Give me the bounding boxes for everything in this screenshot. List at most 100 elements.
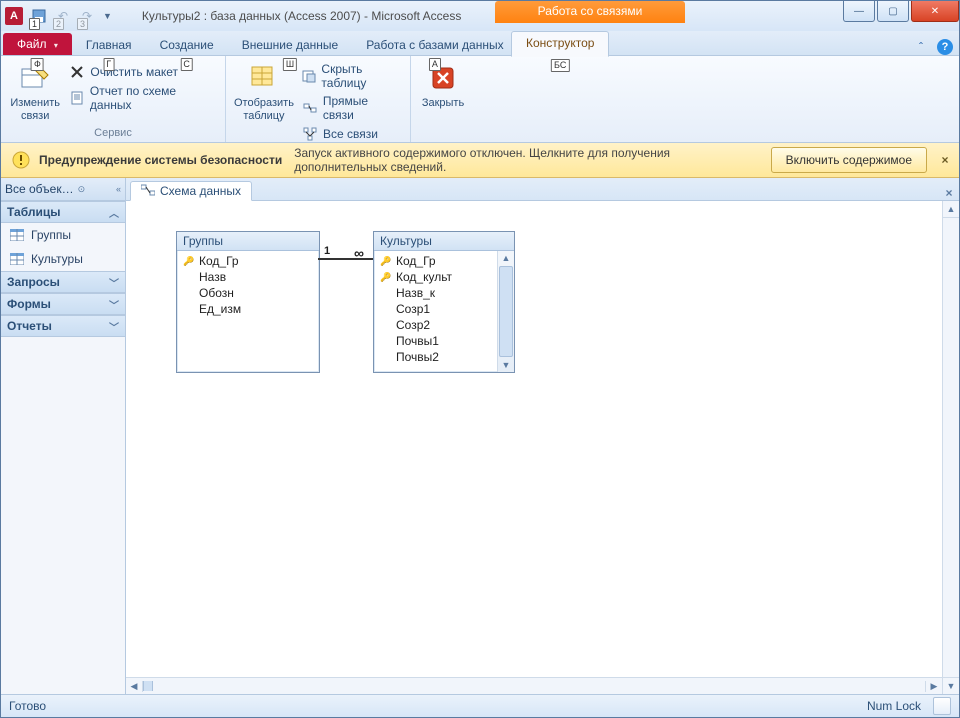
tab-label: Работа с базами данных [366,38,503,52]
relationship-table-title[interactable]: Группы [177,232,319,251]
field-name: Код_Гр [396,254,436,268]
nav-pane-collapse-icon[interactable]: « [116,184,121,194]
field-name: Созр2 [396,318,430,332]
security-bar-close-icon[interactable]: × [937,153,953,167]
nav-group-label: Запросы [7,275,60,289]
tab-home[interactable]: Главная Г [72,34,146,55]
minimize-button[interactable]: — [843,1,875,22]
scrollbar-vertical[interactable]: ▲ ▼ [942,201,959,694]
view-button[interactable] [933,697,951,715]
maximize-button[interactable]: ▢ [877,1,909,22]
button-label: Изменить связи [10,97,60,123]
scroll-up-icon[interactable]: ▲ [943,201,959,218]
relationship-table[interactable]: Культуры 🔑Код_Гр🔑Код_культНазв_к Созр1 Соз… [373,231,515,373]
tab-label: Создание [160,38,214,52]
warning-icon [11,150,31,170]
relationship-field-row[interactable]: Созр1 [374,301,497,317]
table-icon [9,251,25,267]
relationships-canvas[interactable]: Группы 🔑Код_ГрНазвОбознЕд_изм Культуры 🔑… [126,201,942,677]
tab-designer[interactable]: Конструктор БС [511,31,609,57]
tab-external-data[interactable]: Внешние данные Ш [228,34,353,55]
button-label: Отчет по схеме данных [90,84,217,112]
scrollbar-vertical[interactable]: ▲ ▼ [497,251,514,372]
button-label: Закрыть [422,97,464,110]
close-button-ribbon[interactable]: Закрыть [415,58,471,110]
relationship-field-row[interactable]: Почвы1 [374,333,497,349]
nav-group-tables[interactable]: Таблицы ︿ [1,201,125,223]
title-bar: A 1 ↶ 2 ↷ 3 ▼ Культуры2 : база данных (A… [1,1,959,31]
scroll-down-icon[interactable]: ▼ [502,358,511,372]
relationship-table-title[interactable]: Культуры [374,232,514,251]
document-tab[interactable]: Схема данных [130,181,252,201]
nav-table-item[interactable]: Группы [1,223,125,247]
scroll-right-icon[interactable]: ▶ [925,681,942,692]
security-warning-message[interactable]: Запуск активного содержимого отключен. Щ… [294,146,762,174]
keytip: Ф [31,58,44,71]
clear-layout-icon [69,64,85,80]
chevron-up-icon: ︿ [109,205,119,220]
tab-label: Конструктор [526,36,594,50]
document-tab-close-icon[interactable]: × [939,186,959,200]
enable-content-button[interactable]: Включить содержимое [771,147,927,173]
relationship-field-row[interactable]: 🔑Код_Гр [374,253,497,269]
scroll-left-icon[interactable]: ◀ [126,681,143,692]
relationship-field-row[interactable]: Назв_к [374,285,497,301]
nav-group-forms[interactable]: Формы ﹀ [1,293,125,315]
qat-undo-button[interactable]: ↶ 2 [52,5,74,27]
nav-group-label: Отчеты [7,319,52,333]
qat-keytip: 1 [29,18,40,30]
tab-label: Файл [17,37,47,51]
close-button[interactable]: ✕ [911,1,959,22]
clear-layout-button[interactable]: Очистить макет [65,62,221,82]
navigation-pane: Все объек… ⊙ « Таблицы ︿ Группы Культуры… [1,178,126,694]
direct-relationships-button[interactable]: Прямые связи [298,92,406,124]
ribbon-minimize-icon[interactable]: ˆ [913,39,929,55]
security-warning-bar: Предупреждение системы безопасности Запу… [1,143,959,178]
field-name: Код_культ [396,270,452,284]
tab-file[interactable]: Файл Ф [3,33,72,55]
scrollbar-horizontal[interactable]: ◀ ▶ [126,678,942,694]
keytip: Ш [283,58,297,71]
relationship-table[interactable]: Группы 🔑Код_ГрНазвОбознЕд_изм [176,231,320,373]
ribbon-group-label: Сервис [5,125,221,142]
tab-create[interactable]: Создание С [146,34,228,55]
qat-redo-button[interactable]: ↷ 3 [76,5,98,27]
relationship-field-row[interactable]: Назв [177,269,319,285]
qat-customize-dropdown[interactable]: ▼ [103,11,112,21]
relationships-icon [141,184,155,198]
field-name: Почвы2 [396,350,439,364]
status-numlock: Num Lock [867,699,921,713]
relationship-field-row[interactable]: Почвы2 [374,349,497,365]
nav-group-queries[interactable]: Запросы ﹀ [1,271,125,293]
nav-pane-header[interactable]: Все объек… ⊙ « [1,178,125,201]
hide-table-button[interactable]: Скрыть таблицу [298,60,406,92]
relationship-field-row[interactable]: Обозн [177,285,319,301]
relationship-cardinality-left: 1 [324,245,330,257]
relationship-field-row[interactable]: 🔑Код_культ [374,269,497,285]
hide-table-icon [302,68,316,84]
nav-table-item[interactable]: Культуры [1,247,125,271]
scroll-up-icon[interactable]: ▲ [502,251,511,265]
app-icon[interactable]: A [5,7,23,25]
window-title: Культуры2 : база данных (Access 2007) - … [112,1,841,31]
button-label: Отобразить таблицу [234,97,294,123]
qat-save-button[interactable]: 1 [28,5,50,27]
relationship-field-row[interactable]: Созр2 [374,317,497,333]
help-icon[interactable]: ? [937,39,953,55]
relationship-field-row[interactable]: 🔑Код_Гр [177,253,319,269]
nav-item-label: Культуры [31,252,83,266]
all-relationships-button[interactable]: Все связи [298,124,406,144]
relationship-field-row[interactable]: Ед_изм [177,301,319,317]
qat-keytip: 3 [77,18,88,30]
scroll-down-icon[interactable]: ▼ [943,677,959,694]
field-name: Созр1 [396,302,430,316]
field-name: Назв [199,270,226,284]
schema-report-button[interactable]: Отчет по схеме данных [65,82,221,114]
tab-db-tools[interactable]: Работа с базами данных А [352,34,517,55]
field-name: Ед_изм [199,302,241,316]
nav-pane-dropdown-icon[interactable]: ⊙ [78,184,86,195]
nav-group-reports[interactable]: Отчеты ﹀ [1,315,125,337]
field-name: Назв_к [396,286,435,300]
relationship-line[interactable] [318,258,373,260]
scroll-thumb[interactable] [143,681,153,691]
